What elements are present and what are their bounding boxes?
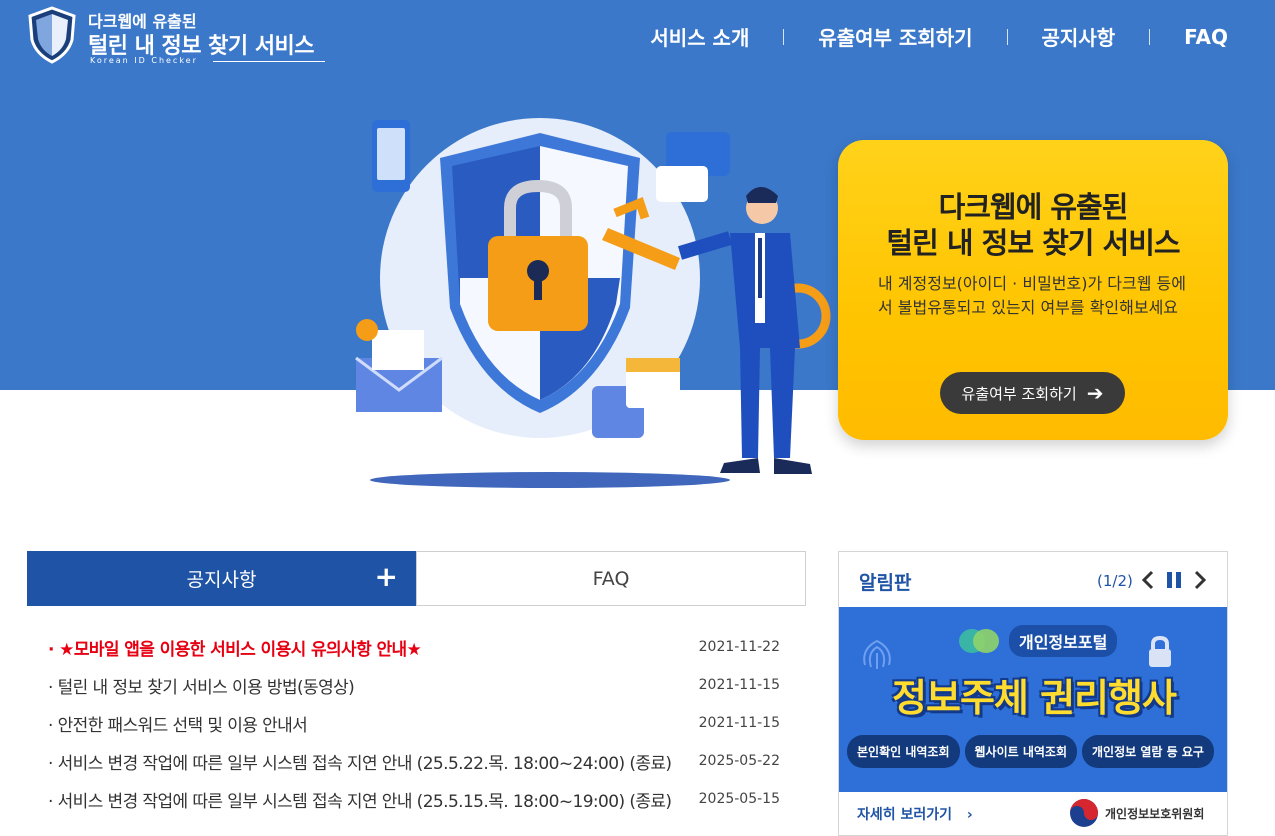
- arrow-right-icon: ➔: [1086, 381, 1104, 405]
- notice-faq-tabs: 공지사항 + FAQ: [27, 551, 806, 606]
- banner-title: 정보주체 권리행사: [892, 676, 1177, 720]
- nav-service-intro[interactable]: 서비스 소개: [650, 22, 749, 51]
- see-more-link[interactable]: 자세히 보러가기 ›: [857, 804, 973, 824]
- board-title: 알림판: [859, 572, 912, 594]
- nav-divider: [1149, 28, 1151, 45]
- nav-notices[interactable]: 공지사항: [1042, 22, 1116, 51]
- list-item[interactable]: · ★모바일 앱을 이용한 서비스 이용시 유의사항 안내★ 2021-11-2…: [48, 628, 780, 666]
- main-nav: 서비스 소개 유출여부 조회하기 공지사항 FAQ: [650, 22, 1228, 51]
- pill-identity-check[interactable]: 본인확인 내역조회: [847, 735, 960, 768]
- tab-notices[interactable]: 공지사항 +: [27, 551, 416, 606]
- notice-date: 2025-05-22: [698, 753, 780, 769]
- nav-divider: [1006, 28, 1008, 45]
- list-item[interactable]: · 털린 내 정보 찾기 서비스 이용 방법(동영상) 2021-11-15: [48, 666, 780, 704]
- leak-check-button[interactable]: 유출여부 조회하기 ➔: [940, 372, 1125, 414]
- pill-website-check[interactable]: 웹사이트 내역조회: [964, 735, 1077, 768]
- pill-info-request[interactable]: 개인정보 열람 등 요구: [1082, 735, 1214, 768]
- portal-badge: 개인정보포털: [957, 625, 1118, 657]
- notice-date: 2021-11-15: [698, 677, 780, 693]
- portal-label: 개인정보포털: [1009, 625, 1118, 657]
- nav-faq[interactable]: FAQ: [1184, 25, 1228, 49]
- see-more-label: 자세히 보러가기: [857, 807, 953, 823]
- plus-icon[interactable]: +: [375, 562, 398, 592]
- board-header: 알림판 (1/2): [839, 552, 1227, 607]
- logo-subtitle: Korean ID Checker: [90, 56, 198, 65]
- logo-underline: [213, 61, 325, 62]
- promo-card: 다크웹에 유출된 털린 내 정보 찾기 서비스 내 계정정보(아이디 · 비밀번…: [838, 140, 1228, 440]
- notice-title: · 서비스 변경 작업에 따른 일부 시스템 접속 지연 안내 (25.5.15…: [48, 791, 672, 812]
- notice-board: 알림판 (1/2) 개인정보포털 정보주체 권리행사 본인확인 내역조회 웹사이…: [838, 551, 1228, 836]
- shield-logo-icon: [28, 6, 76, 64]
- agency-logo: 개인정보보호위원회: [1069, 798, 1204, 828]
- tab-faq[interactable]: FAQ: [416, 551, 806, 606]
- board-banner[interactable]: 개인정보포털 정보주체 권리행사 본인확인 내역조회 웹사이트 내역조회 개인정…: [839, 607, 1227, 792]
- nav-divider: [783, 28, 785, 45]
- leak-check-button-label: 유출여부 조회하기: [961, 384, 1077, 403]
- chevron-right-icon: ›: [966, 807, 973, 823]
- nav-leak-check[interactable]: 유출여부 조회하기: [818, 22, 972, 51]
- board-page-indicator: (1/2): [1097, 572, 1133, 590]
- chevron-left-icon[interactable]: [1137, 566, 1159, 594]
- pause-icon[interactable]: [1163, 566, 1185, 594]
- notice-title: · ★모바일 앱을 이용한 서비스 이용시 유의사항 안내★: [48, 639, 422, 660]
- tab-faq-label: FAQ: [592, 567, 630, 590]
- notice-date: 2025-05-15: [698, 791, 780, 807]
- taegeuk-icon: [1070, 799, 1098, 827]
- list-item[interactable]: · 안전한 패스워드 선택 및 이용 안내서 2021-11-15: [48, 704, 780, 742]
- site-logo[interactable]: 다크웹에 유출된 털린 내 정보 찾기 서비스 Korean ID Checke…: [28, 6, 338, 70]
- notice-title: · 서비스 변경 작업에 따른 일부 시스템 접속 지연 안내 (25.5.22…: [48, 753, 672, 774]
- lock-icon: [1149, 635, 1171, 667]
- notice-list: · ★모바일 앱을 이용한 서비스 이용시 유의사항 안내★ 2021-11-2…: [48, 628, 780, 818]
- notice-title: · 털린 내 정보 찾기 서비스 이용 방법(동영상): [48, 677, 355, 698]
- list-item[interactable]: · 서비스 변경 작업에 따른 일부 시스템 접속 지연 안내 (25.5.22…: [48, 742, 780, 780]
- tab-notices-label: 공지사항: [186, 569, 257, 591]
- notice-date: 2021-11-22: [698, 639, 780, 655]
- notice-date: 2021-11-15: [698, 715, 780, 731]
- banner-pill-group: 본인확인 내역조회 웹사이트 내역조회 개인정보 열람 등 요구: [847, 735, 1214, 768]
- security-illustration: [355, 118, 831, 488]
- promo-title-line2: 털린 내 정보 찾기 서비스: [886, 226, 1180, 260]
- list-item[interactable]: · 서비스 변경 작업에 따른 일부 시스템 접속 지연 안내 (25.5.15…: [48, 780, 780, 818]
- promo-description: 내 계정정보(아이디 · 비밀번호)가 다크웹 등에서 불법유통되고 있는지 여…: [878, 274, 1186, 317]
- agency-name: 개인정보보호위원회: [1105, 806, 1205, 821]
- notice-title: · 안전한 패스워드 선택 및 이용 안내서: [48, 715, 308, 736]
- chevron-right-icon[interactable]: [1189, 566, 1211, 594]
- portal-logo-icon: [959, 629, 999, 653]
